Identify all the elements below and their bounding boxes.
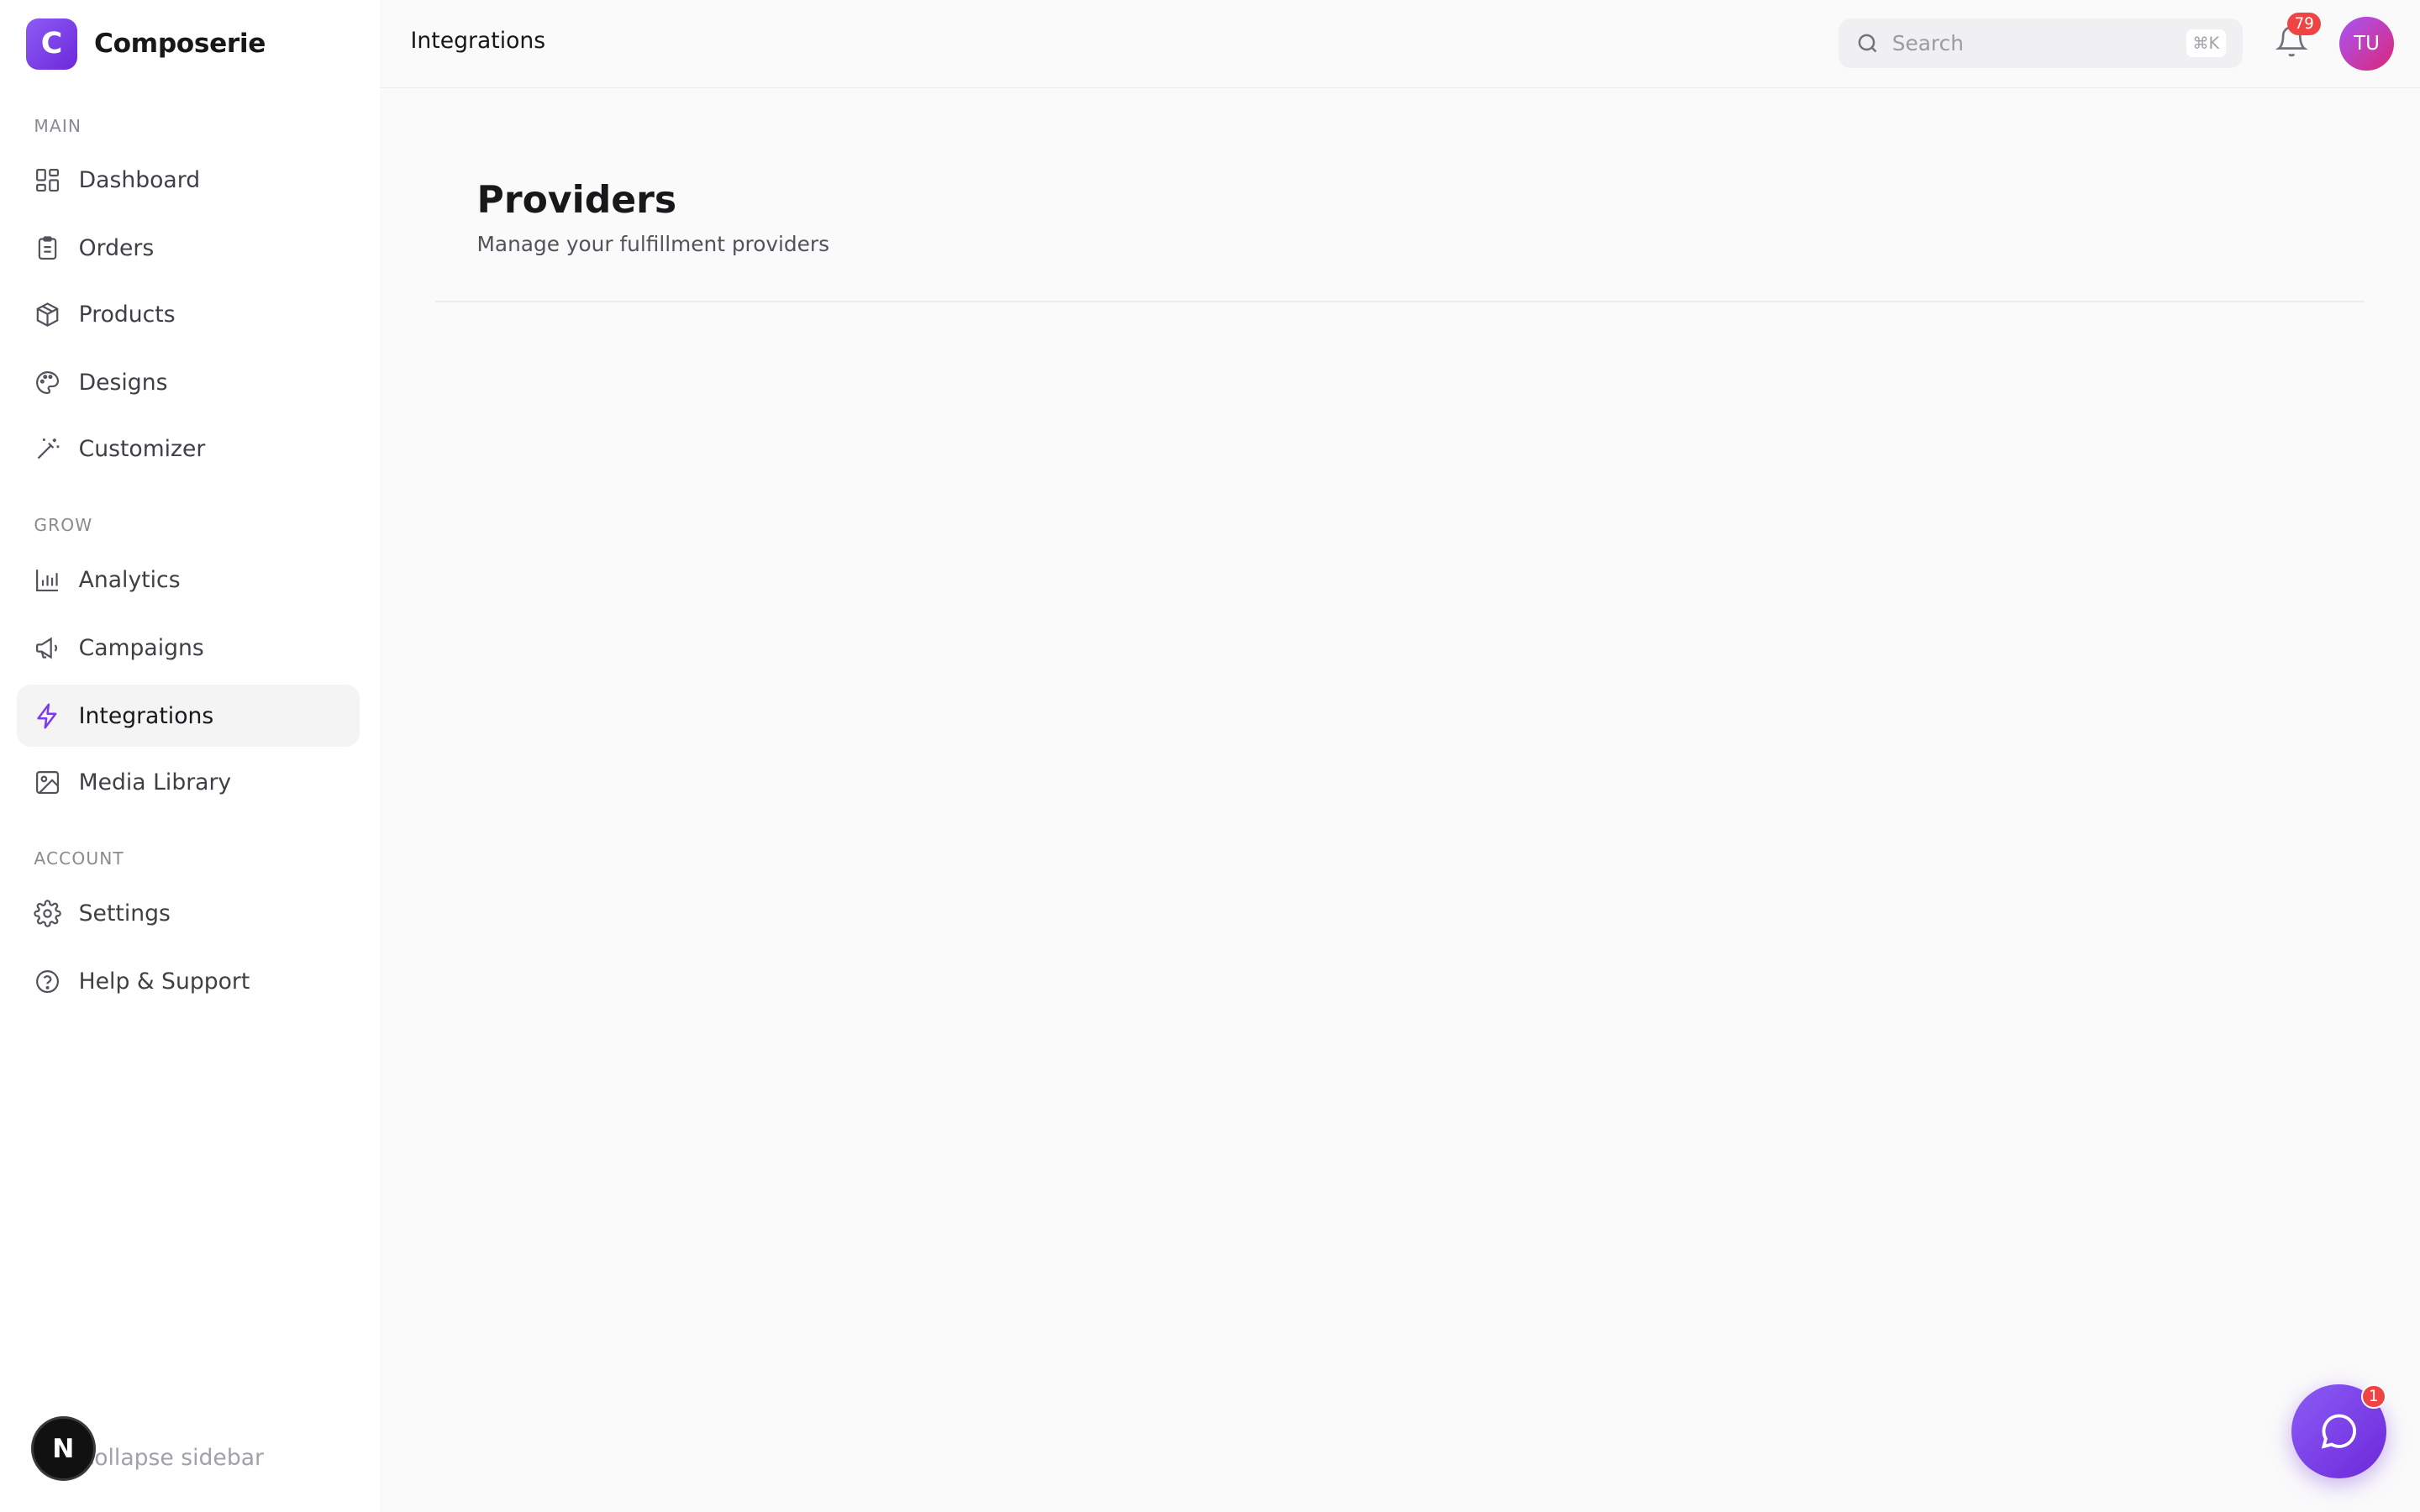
brand-logo: C: [26, 18, 77, 70]
wand-icon: [34, 435, 61, 463]
sidebar-item-customizer[interactable]: Customizer: [17, 418, 360, 480]
section-label-main: MAIN: [34, 115, 82, 136]
sidebar-item-designs[interactable]: Designs: [17, 352, 360, 413]
sidebar-item-label: Integrations: [78, 702, 214, 729]
topbar: Integrations ⌘K 79 TU: [379, 0, 2420, 88]
section-label-account: ACCOUNT: [34, 848, 124, 869]
sidebar-item-label: Help & Support: [78, 968, 250, 995]
sidebar-item-label: Settings: [78, 900, 171, 927]
collapse-sidebar-label: Collapse sidebar: [78, 1445, 264, 1472]
topbar-title: Integrations: [410, 28, 546, 55]
search-box[interactable]: ⌘K: [1838, 18, 2243, 68]
palette-icon: [34, 369, 61, 396]
chat-bubble-icon: [2321, 1414, 2356, 1449]
bolt-icon: [34, 702, 61, 730]
sidebar-item-media-library[interactable]: Media Library: [17, 751, 360, 812]
sidebar-item-label: Media Library: [78, 769, 232, 795]
main-content: Integrations ⌘K 79 TU Providers Manage y…: [379, 0, 2420, 1512]
help-circle-icon: [34, 968, 61, 995]
page-subtitle: Manage your fulfillment providers: [476, 231, 829, 256]
sidebar-item-integrations[interactable]: Integrations: [17, 685, 360, 747]
n-logo-badge[interactable]: N: [30, 1416, 96, 1482]
sidebar-item-help-support[interactable]: Help & Support: [17, 950, 360, 1011]
dashboard-icon: [34, 166, 61, 194]
sidebar-item-label: Designs: [78, 369, 168, 396]
chat-unread-badge: 1: [2361, 1383, 2386, 1409]
sidebar-item-label: Products: [78, 302, 176, 328]
brand[interactable]: C Composerie: [26, 18, 266, 70]
user-avatar[interactable]: TU: [2339, 17, 2394, 71]
box-icon: [34, 301, 61, 328]
search-input[interactable]: [1891, 30, 2170, 55]
section-label-grow: GROW: [34, 515, 93, 536]
clipboard-icon: [34, 234, 61, 262]
sidebar-item-products[interactable]: Products: [17, 284, 360, 345]
notification-count-badge: 79: [2286, 12, 2322, 36]
gear-icon: [34, 900, 62, 927]
sidebar-item-analytics[interactable]: Analytics: [17, 549, 360, 611]
image-icon: [34, 769, 61, 796]
sidebar: C Composerie MAIN Dashboard Orders Produ…: [0, 0, 380, 1512]
sidebar-item-label: Dashboard: [78, 167, 201, 194]
sidebar-item-label: Campaigns: [78, 634, 204, 661]
sidebar-item-label: Customizer: [78, 435, 206, 462]
search-shortcut: ⌘K: [2186, 29, 2226, 57]
brand-name: Composerie: [94, 29, 266, 60]
sidebar-item-label: Orders: [78, 235, 155, 262]
sidebar-item-dashboard[interactable]: Dashboard: [17, 150, 360, 211]
page-title: Providers: [476, 179, 677, 223]
sidebar-item-label: Analytics: [78, 567, 181, 594]
sidebar-item-orders[interactable]: Orders: [17, 218, 360, 279]
bar-chart-icon: [34, 566, 61, 594]
header-divider: [434, 301, 2365, 302]
sidebar-item-campaigns[interactable]: Campaigns: [17, 617, 360, 679]
megaphone-icon: [34, 634, 61, 662]
search-icon: [1855, 31, 1880, 55]
sidebar-item-settings[interactable]: Settings: [17, 883, 360, 944]
